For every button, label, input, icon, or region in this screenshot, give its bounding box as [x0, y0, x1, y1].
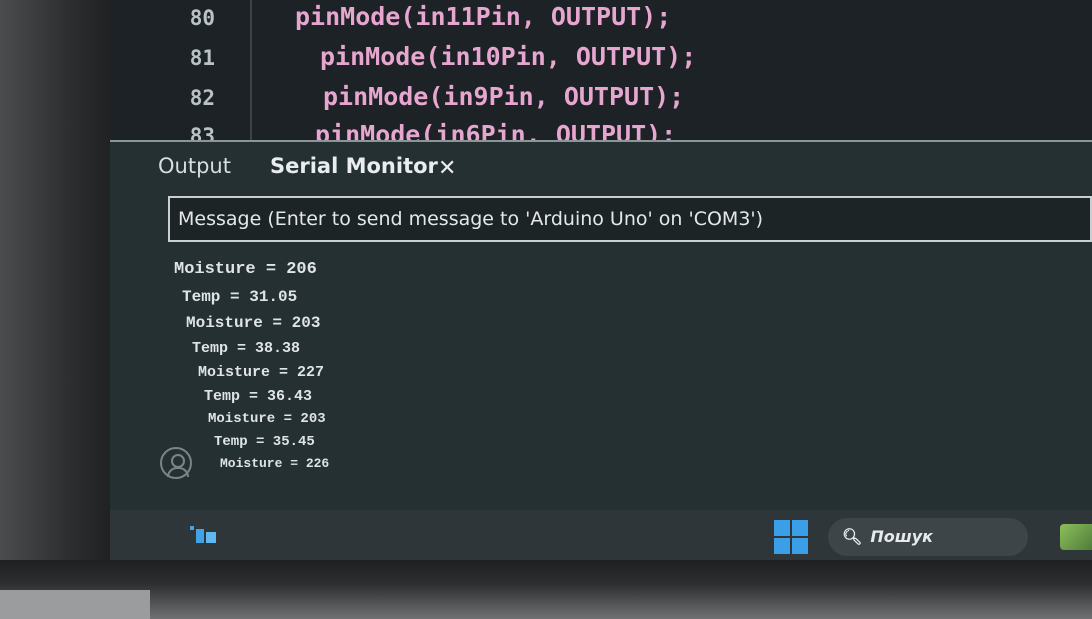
code-line[interactable]: 82 pinMode(in9Pin, OUTPUT); — [110, 80, 1092, 118]
screen: 80 pinMode(in11Pin, OUTPUT); 81 pinMode(… — [110, 0, 1092, 560]
code-text[interactable]: pinMode(in11Pin, OUTPUT); — [295, 2, 671, 31]
user-icon[interactable] — [160, 447, 192, 479]
code-line[interactable]: 80 pinMode(in11Pin, OUTPUT); — [110, 0, 1092, 38]
monitor-bezel-left — [0, 0, 110, 619]
widgets-icon[interactable] — [190, 526, 220, 546]
desk-surface — [0, 590, 150, 619]
serial-line: Moisture = 226 — [220, 456, 330, 471]
serial-line: Temp = 36.43 — [204, 388, 313, 405]
serial-message-input[interactable]: Message (Enter to send message to 'Ardui… — [168, 196, 1092, 242]
taskbar-search[interactable]: 🔍︎ Пошук — [828, 518, 1028, 556]
serial-line: Moisture = 227 — [198, 364, 325, 381]
search-icon: 🔍︎ — [842, 527, 863, 546]
bottom-panel: Output Serial Monitor ✕ Message (Enter t… — [110, 140, 1092, 510]
code-text[interactable]: pinMode(in10Pin, OUTPUT); — [320, 42, 696, 71]
serial-line: Moisture = 206 — [174, 260, 317, 279]
tab-serial-monitor[interactable]: Serial Monitor — [270, 154, 438, 178]
serial-output-log: Moisture = 206 Temp = 31.05 Moisture = 2… — [170, 254, 870, 484]
serial-line: Temp = 35.45 — [214, 434, 315, 450]
code-text[interactable]: pinMode(in9Pin, OUTPUT); — [323, 82, 684, 111]
code-line[interactable]: 81 pinMode(in10Pin, OUTPUT); — [110, 40, 1092, 78]
monitor-bezel-bottom — [0, 560, 1092, 619]
tray-app-icon[interactable] — [1060, 524, 1092, 550]
line-number: 80 — [189, 6, 215, 30]
serial-line: Moisture = 203 — [208, 411, 326, 427]
message-placeholder: Message (Enter to send message to 'Ardui… — [178, 208, 764, 230]
code-editor[interactable]: 80 pinMode(in11Pin, OUTPUT); 81 pinMode(… — [110, 0, 1092, 149]
serial-line: Temp = 38.38 — [192, 340, 301, 357]
taskbar: 🔍︎ Пошук — [110, 510, 1092, 560]
serial-line: Moisture = 203 — [186, 314, 321, 332]
close-icon[interactable]: ✕ — [438, 156, 456, 181]
windows-start-icon[interactable] — [774, 520, 808, 554]
tab-output[interactable]: Output — [158, 154, 231, 178]
serial-line: Temp = 31.05 — [182, 288, 298, 306]
search-label: Пошук — [870, 527, 933, 546]
line-number: 81 — [189, 46, 215, 70]
line-number: 82 — [189, 86, 215, 110]
